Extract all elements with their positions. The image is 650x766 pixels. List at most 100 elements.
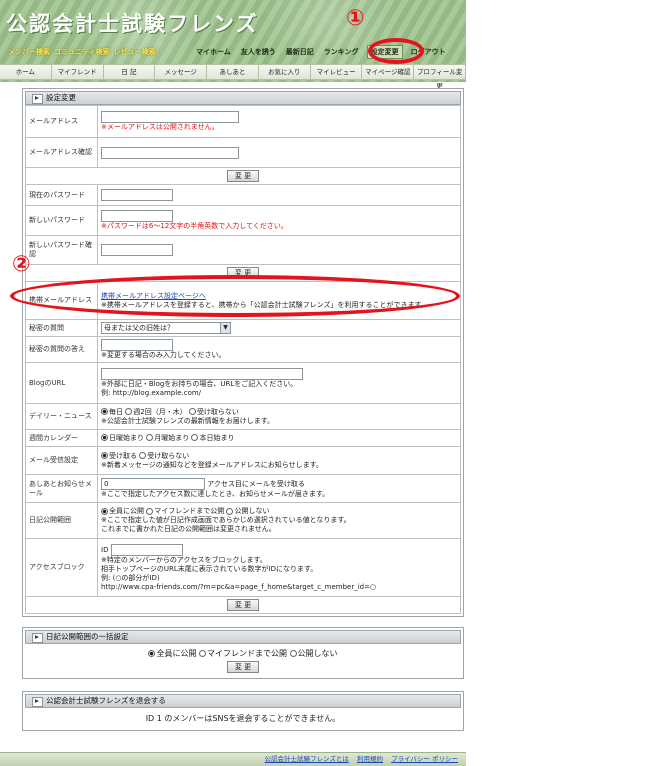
bulk-public-radio[interactable] [148,650,156,657]
mail-refuse-radio[interactable] [139,452,147,459]
nav-invite[interactable]: 友人を誘う [239,47,278,57]
settings-table: メールアドレス ※メールアドレスは公開されません。 メールアドレス確認 変 更 … [25,105,461,614]
calendar-today-label: 本日始まり [199,433,235,442]
diary-friends-label: マイフレンドまで公開 [154,507,225,515]
calendar-sunday-label: 日曜始まり [109,433,144,442]
access-block-id-label: ID [101,545,109,554]
mail-receive-option: 受け取る [109,451,137,460]
footer: 公認会計士試験フレンズとは 利用規約 プライバシー ポリシー [0,752,466,766]
nav-review-search[interactable]: レビュー検索 [112,47,158,57]
new-password-note: ※パスワードは6〜12文字の半角英数で入力してください。 [101,222,288,230]
email-change-button[interactable]: 変 更 [226,170,260,182]
nav-myreview[interactable]: マイレビュー [310,65,363,79]
nav-member-search[interactable]: メンバー検索 [6,47,52,57]
diary-bulk-title-text: 日記公開範囲の一括設定 [46,632,129,641]
calendar-today-radio[interactable] [191,434,199,441]
new-password-input[interactable] [101,210,173,222]
calendar-label: 週間カレンダー [25,429,98,447]
nav-latest-diary[interactable]: 最新日記 [284,47,316,57]
diary-public-label: 全員に公開 [109,507,144,515]
nav-home[interactable]: ホーム [0,65,52,79]
access-block-label: アクセスブロック [25,538,98,597]
new-password-confirm-input[interactable] [101,244,173,256]
email-label: メールアドレス [25,105,98,138]
new-password-label: 新しいパスワード [25,205,98,236]
access-block-note2: 相手トップページのURL末尾に表示されている数字がIDになります。 [101,564,318,573]
bulk-private-radio[interactable] [289,650,297,657]
news-twice-radio[interactable] [125,408,133,415]
bulk-change-button[interactable]: 変 更 [226,661,260,673]
diary-bulk-panel: 日記公開範囲の一括設定 全員に公開 マイフレンドまで公開 公開しない 変 更 [22,627,464,679]
new-password-confirm-label: 新しいパスワード確認 [25,235,98,265]
nav-favorite[interactable]: お気に入り [258,65,311,79]
news-daily-radio[interactable] [101,408,108,415]
diary-private-label: 公開しない [234,507,270,515]
secret-answer-input[interactable] [101,339,173,351]
nav-diary[interactable]: 日 記 [103,65,156,79]
news-twice-label: 週2回（月・木） [133,407,187,416]
news-daily-label: 毎日 [109,407,123,416]
diary-scope-note1: ※ここで指定した値が日記作成画面であらかじめ選択されている値となります。 [101,516,351,524]
nav-message[interactable]: メッセージ [155,65,208,79]
ashiato-note: ※ここで指定したアクセス数に達したとき、お知らせメールが届きます。 [101,490,330,498]
diary-bulk-title: 日記公開範囲の一括設定 [25,630,461,644]
settings-title: 設定変更 [25,91,461,105]
bulk-public-label: 全員に公開 [156,649,197,658]
email-input[interactable] [101,111,239,123]
nav-ashiato[interactable]: あしあと [207,65,259,79]
diary-scope-label: 日記公開範囲 [25,502,98,539]
email-confirm-input[interactable] [101,146,239,159]
bulk-friends-label: マイフレンドまで公開 [207,649,287,658]
mail-receive-note: ※新着メッセージの通知などを登録メールアドレスにお知らせします。 [101,460,323,469]
access-block-id-input[interactable] [110,543,183,556]
mail-refuse-option: 受け取らない [147,451,190,460]
nav-myhome[interactable]: マイホーム [194,47,233,57]
main-nav: ホーム マイフレンド 日 記 メッセージ あしあと お気に入り マイレビュー マ… [0,64,467,90]
withdraw-title: 公認会計士試験フレンズを退会する [25,694,461,708]
news-none-radio[interactable] [188,408,196,415]
calendar-monday-radio[interactable] [146,434,154,441]
ashiato-suffix: アクセス目にメールを受け取る [207,480,305,488]
diary-private-radio[interactable] [226,507,234,515]
settings-change-button[interactable]: 変 更 [226,599,260,611]
ashiato-mail-label: あしあとお知らせメール [25,474,98,503]
secret-answer-label: 秘密の質問の答え [25,336,98,363]
blog-url-input[interactable] [101,368,303,380]
access-block-note4: http://www.cpa-friends.com/?m=pc&a=page_… [101,582,377,591]
footer-privacy-link[interactable]: プライバシー ポリシー [391,755,458,763]
footer-terms-link[interactable]: 利用規約 [357,755,383,763]
secret-question-value: 母または父の旧姓は？ [104,324,174,332]
ashiato-count-input[interactable]: 0 [101,478,205,490]
calendar-sunday-radio[interactable] [101,434,108,441]
nav-community-search[interactable]: コミュニティ検索 [52,47,112,57]
settings-panel: 設定変更 メールアドレス ※メールアドレスは公開されません。 メールアドレス確認… [22,88,464,617]
diary-public-radio[interactable] [101,507,108,515]
diary-friends-radio[interactable] [146,507,154,515]
secret-question-select[interactable]: 母または父の旧姓は？ ▼ [101,322,231,334]
site-title[interactable]: 公認会計士試験フレンズ [6,8,259,38]
settings-title-text: 設定変更 [46,93,76,102]
bulk-friends-radio[interactable] [199,650,206,657]
current-password-input[interactable] [101,189,173,201]
mail-receive-radio[interactable] [101,452,108,459]
main-content: 設定変更 メールアドレス ※メールアドレスは公開されません。 メールアドレス確認… [22,88,464,739]
nav-ranking[interactable]: ランキング [322,47,361,57]
withdraw-title-text: 公認会計士試験フレンズを退会する [46,696,166,705]
annotation-ellipse-2 [10,275,460,317]
annotation-ellipse-1 [368,38,424,64]
daily-news-note: ※公認会計士試験フレンズの最新情報をお届けします。 [101,416,275,425]
arrow-right-icon [35,96,39,100]
footer-about-link[interactable]: 公認会計士試験フレンズとは [265,755,349,763]
mail-receive-label: メール受信設定 [25,446,98,475]
email-note: ※メールアドレスは公開されません。 [101,123,219,131]
current-password-label: 現在のパスワード [25,184,98,206]
secret-answer-note: ※変更する場合のみ入力してください。 [101,351,226,359]
diary-scope-note2: これまでに書かれた日記の公開範囲は変更されません。 [101,525,276,533]
nav-mypage-check[interactable]: マイページ確認 [362,65,415,79]
withdraw-panel: 公認会計士試験フレンズを退会する ID 1 のメンバーはSNSを退会することがで… [22,691,464,731]
page: 公認会計士試験フレンズ メンバー検索 コミュニティ検索 レビュー検索 マイホーム… [0,0,650,766]
nav-myfriend[interactable]: マイフレンド [51,65,104,79]
withdraw-note: ID 1 のメンバーはSNSを退会することができません。 [145,714,341,723]
access-block-note3: 例: (○の部分がID) [101,573,160,582]
nav-profile-edit[interactable]: プロフィール変更 [414,65,467,90]
